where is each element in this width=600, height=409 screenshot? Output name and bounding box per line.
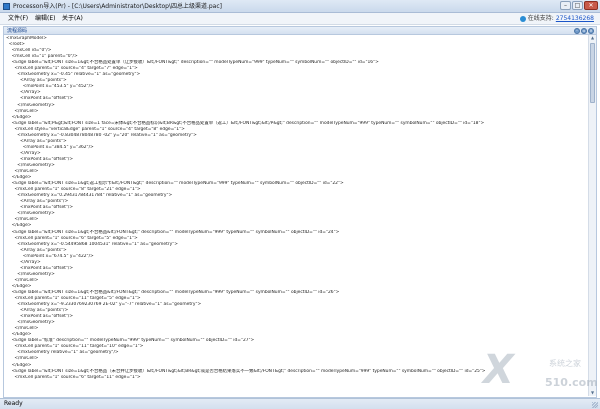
app-icon [3,3,10,10]
menu-file[interactable]: 文件(F) [6,13,30,25]
scroll-down-icon[interactable]: ▼ [589,390,596,396]
support-label: 在线支持: [527,15,554,22]
status-text: Ready [4,400,23,407]
code-line: <mxCell parent="1" source="6" target="11… [6,374,141,380]
support-qq-link[interactable]: 2754136268 [556,15,594,22]
menu-edit[interactable]: 编辑(E) [33,13,57,25]
window-title: Processon导入(Pr) - [C:\Users\Administrato… [13,3,222,10]
panel-title: 流程源码 [7,28,28,34]
panel-close-icon[interactable]: × [588,28,594,34]
resize-grip-icon[interactable] [592,402,598,408]
scroll-thumb[interactable] [590,43,595,103]
qq-icon [519,15,526,22]
minimize-button[interactable]: – [560,1,571,10]
status-bar: Ready [0,398,600,409]
maximize-button[interactable]: □ [572,1,583,10]
title-bar: Processon导入(Pr) - [C:\Users\Administrato… [0,0,600,13]
source-code-editor[interactable]: <mxGraphModel> <root> <mxCell id="0"/> <… [3,35,597,398]
scroll-up-icon[interactable]: ▲ [589,35,596,41]
panel-header: 流程源码 - ▫ × [3,26,597,35]
panel-collapse-icon[interactable]: - [574,28,580,34]
close-button[interactable]: ✕ [584,1,598,10]
menu-bar: 文件(F) 编辑(E) 关于(A) 在线支持: 2754136268 [0,13,600,25]
panel-controls: - ▫ × [574,28,594,34]
menu-about[interactable]: 关于(A) [60,13,85,25]
panel-restore-icon[interactable]: ▫ [581,28,587,34]
vertical-scrollbar[interactable]: ▲ ▼ [588,35,596,396]
window-controls: – □ ✕ [560,1,598,10]
support-area: 在线支持: 2754136268 [519,13,594,25]
code-text[interactable]: <mxGraphModel> <root> <mxCell id="0"/> <… [6,36,586,381]
